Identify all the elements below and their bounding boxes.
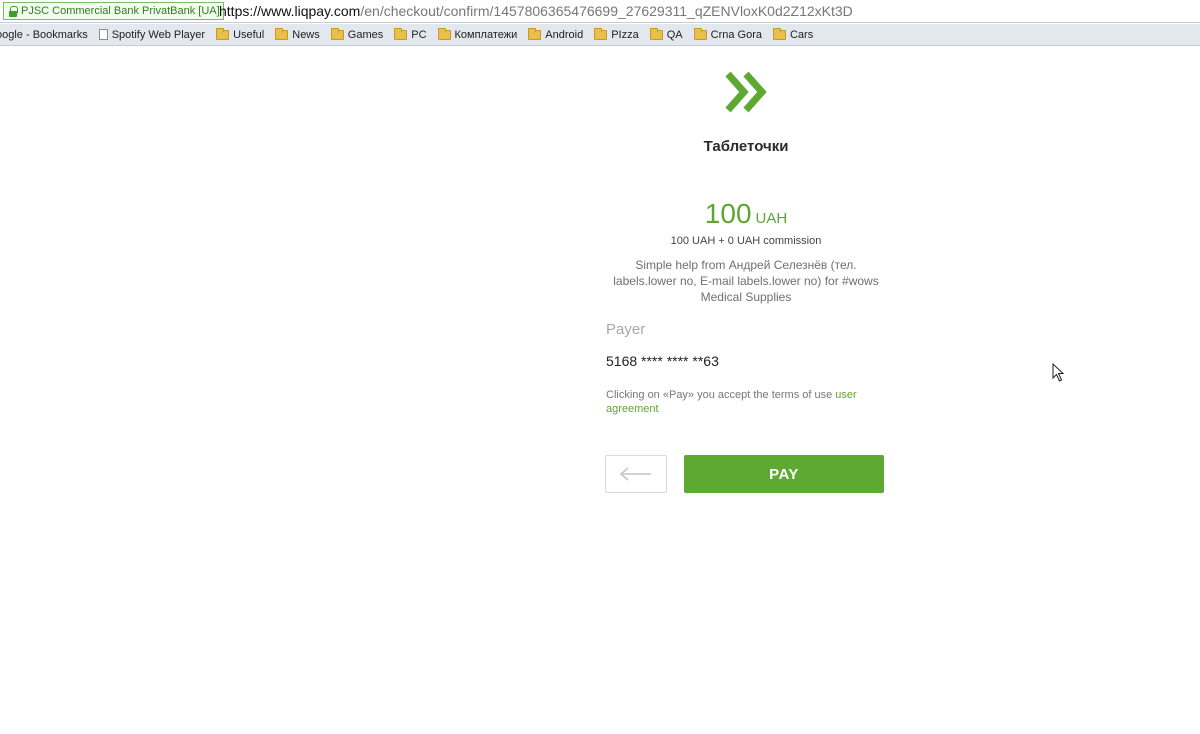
bookmarks-bar: oogle - Bookmarks Spotify Web Player Use…	[0, 24, 1200, 46]
bookmark-google-bookmarks[interactable]: oogle - Bookmarks	[0, 29, 88, 41]
bookmark-label: Android	[545, 28, 584, 41]
folder-icon	[394, 27, 408, 40]
folder-icon	[216, 27, 230, 40]
folder-icon	[275, 27, 289, 40]
url-text[interactable]: https://www.liqpay.com/en/checkout/confi…	[219, 3, 853, 19]
bookmark-label: QA	[666, 28, 683, 41]
page-icon	[98, 29, 108, 40]
liqpay-logo-icon	[725, 71, 767, 113]
bookmark-folder-komplatezhi[interactable]: Комплатежи	[437, 27, 518, 41]
bookmark-folder-qa[interactable]: QA	[649, 27, 683, 41]
bookmark-label: Crna Gora	[710, 28, 762, 41]
commission-breakdown: 100 UAH + 0 UAH commission	[670, 235, 822, 247]
terms-notice: Clicking on «Pay» you accept the terms o…	[606, 388, 886, 416]
folder-icon	[772, 27, 786, 40]
lock-icon	[8, 5, 18, 17]
payment-description: Simple help from Андрей Селезнёв (тел. l…	[613, 258, 879, 304]
masked-card-number: 5168 **** **** **63	[606, 353, 719, 369]
folder-icon	[437, 27, 451, 40]
folder-icon	[330, 27, 344, 40]
bookmark-folder-android[interactable]: Android	[528, 27, 584, 41]
bookmark-label: oogle - Bookmarks	[0, 28, 88, 41]
ev-certificate-badge[interactable]: PJSC Commercial Bank PrivatBank [UA]	[3, 2, 224, 20]
payer-label: Payer	[606, 321, 646, 338]
amount-value: 100	[704, 198, 752, 229]
arrow-left-icon	[619, 467, 651, 481]
bookmark-label: Cars	[789, 28, 814, 41]
bookmark-folder-cars[interactable]: Cars	[772, 27, 814, 41]
bookmark-folder-pizza[interactable]: PIzza	[594, 27, 639, 41]
back-button[interactable]	[605, 455, 667, 493]
bookmark-folder-news[interactable]: News	[275, 27, 320, 41]
bookmark-label: PC	[411, 28, 427, 41]
bookmark-label: Spotify Web Player	[111, 28, 206, 41]
address-bar[interactable]: PJSC Commercial Bank PrivatBank [UA] htt…	[0, 0, 1200, 23]
bookmark-folder-crna-gora[interactable]: Crna Gora	[693, 27, 762, 41]
bookmark-label: Games	[347, 28, 384, 41]
url-host: https://www.liqpay.com	[219, 3, 361, 19]
folder-icon	[528, 27, 542, 40]
merchant-name: Таблеточки	[703, 138, 789, 155]
bookmark-spotify-web-player[interactable]: Spotify Web Player	[98, 28, 206, 41]
certificate-owner: PJSC Commercial Bank PrivatBank [UA]	[21, 5, 220, 17]
pay-button[interactable]: PAY	[684, 455, 884, 493]
bookmark-folder-useful[interactable]: Useful	[216, 27, 265, 41]
bookmark-folder-pc[interactable]: PC	[394, 27, 427, 41]
bookmark-label: News	[292, 28, 320, 41]
mouse-cursor-icon	[1052, 363, 1065, 382]
folder-icon	[594, 27, 608, 40]
amount-currency: UAH	[755, 210, 788, 227]
url-path: /en/checkout/confirm/1457806365476699_27…	[360, 3, 853, 19]
folder-icon	[649, 27, 663, 40]
terms-text: Clicking on «Pay» you accept the terms o…	[606, 389, 833, 401]
payment-amount: 100 UAH	[606, 198, 886, 230]
folder-icon	[693, 27, 707, 40]
bookmark-label: Useful	[233, 28, 265, 41]
bookmark-label: PIzza	[611, 28, 639, 41]
bookmark-folder-games[interactable]: Games	[330, 27, 384, 41]
bookmark-label: Комплатежи	[454, 28, 518, 41]
